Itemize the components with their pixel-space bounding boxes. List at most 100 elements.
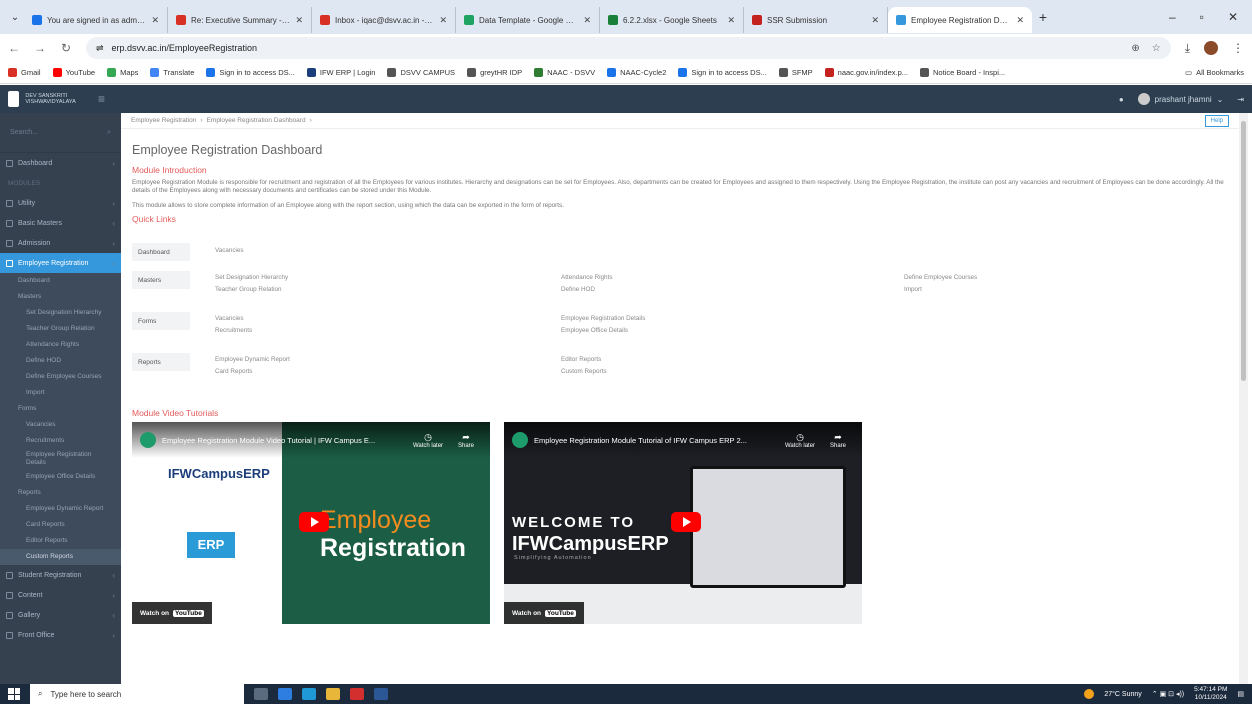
bookmark-item[interactable]: Notice Board - Inspi... (920, 68, 1005, 77)
sidebar-subitem[interactable]: Reports (0, 485, 121, 501)
site-info-icon[interactable]: ⇌ (96, 43, 104, 54)
help-button[interactable]: Help (1204, 114, 1229, 127)
quick-link-set-designation-hierarchy[interactable]: Set Designation Hierarchy (215, 274, 288, 281)
bookmark-item[interactable]: naac.gov.in/index.p... (824, 68, 908, 77)
video-player-1[interactable]: IFWCampusERP ERP Employee Registration E… (132, 422, 490, 624)
watch-on-youtube[interactable]: Watch on YouTube (132, 602, 212, 624)
watch-later-button[interactable]: ◷ Watch later (412, 432, 444, 449)
browser-tab[interactable]: Inbox - iqac@dsvv.ac.in - Dev ✕ (312, 7, 456, 33)
quick-link-define-employee-courses[interactable]: Define Employee Courses (904, 274, 977, 281)
sidebar-subitem[interactable]: Editor Reports (0, 533, 121, 549)
sidebar-item[interactable]: Front Office ‹ (0, 625, 121, 645)
quick-link-define-hod[interactable]: Define HOD (561, 286, 595, 293)
notifications-icon[interactable]: ▤ (1237, 690, 1244, 698)
sidebar-subitem[interactable]: Card Reports (0, 517, 121, 533)
browser-tab[interactable]: You are signed in as admin... ✕ (24, 7, 168, 33)
acrobat-icon[interactable] (350, 688, 364, 700)
bookmark-item[interactable]: SFMP (778, 68, 813, 77)
sidebar-item-employee-registration[interactable]: Employee Registration ‹ (0, 253, 121, 273)
quick-link-employee-registration-details[interactable]: Employee Registration Details (561, 315, 645, 322)
browser-tab[interactable]: Employee Registration Dashbo ✕ (888, 7, 1032, 33)
edge-icon[interactable] (302, 688, 316, 700)
chrome-icon[interactable] (326, 688, 340, 700)
windows-start-icon[interactable] (8, 688, 20, 700)
close-tab-icon[interactable]: ✕ (583, 15, 591, 26)
bookmark-item[interactable]: DSVV CAMPUS (387, 68, 455, 77)
sidebar-subitem[interactable]: Custom Reports (0, 549, 121, 565)
sidebar-item-admission[interactable]: Admission ‹ (0, 233, 121, 253)
sidebar-subitem[interactable]: Employee Office Details (0, 469, 121, 485)
menu-dots-icon[interactable]: ⋮ (1232, 41, 1244, 55)
watch-later-button[interactable]: ◷ Watch later (784, 432, 816, 449)
bookmark-item[interactable]: NAAC-Cycle2 (607, 68, 666, 77)
bookmark-item[interactable]: NAAC - DSVV (534, 68, 595, 77)
sidebar-subitem[interactable]: Vacancies (0, 417, 121, 433)
profile-avatar[interactable] (1204, 41, 1218, 55)
sidebar-subitem[interactable]: Employee Dynamic Report (0, 501, 121, 517)
close-tab-icon[interactable]: ✕ (439, 15, 447, 26)
video-player-2[interactable]: WELCOME TO IFWCampusERP Simplifying Auto… (504, 422, 862, 624)
tab-search-icon[interactable]: ⌄ (6, 12, 24, 23)
sidebar-subitem[interactable]: Forms (0, 401, 121, 417)
sidebar-subitem[interactable]: Define HOD (0, 353, 121, 369)
channel-avatar[interactable] (512, 432, 528, 448)
video-2-title[interactable]: Employee Registration Module Tutorial of… (534, 436, 778, 445)
bookmark-item[interactable]: IFW ERP | Login (306, 68, 375, 77)
sidebar-subitem[interactable]: Attendance Rights (0, 337, 121, 353)
quick-link-custom-reports[interactable]: Custom Reports (561, 368, 607, 375)
quick-link-editor-reports[interactable]: Editor Reports (561, 356, 601, 363)
close-tab-icon[interactable]: ✕ (727, 15, 735, 26)
sidebar-item-basic-masters[interactable]: Basic Masters ‹ (0, 213, 121, 233)
word-icon[interactable] (374, 688, 388, 700)
app-logo[interactable]: DEV SANSKRITI VISHWAVIDYALAYA (8, 90, 92, 108)
sidebar-subitem[interactable]: Dashboard (0, 273, 121, 289)
sidebar-subitem[interactable]: Define Employee Courses (0, 369, 121, 385)
user-menu[interactable]: prashant jhamni ⌄ (1137, 93, 1223, 105)
quick-link-vacancies-form[interactable]: Vacancies (215, 315, 244, 322)
zoom-icon[interactable]: ⊕ (1131, 43, 1139, 54)
quick-link-vacancies[interactable]: Vacancies (215, 247, 244, 254)
bookmark-item[interactable]: Maps (107, 68, 138, 77)
quick-link-teacher-group-relation[interactable]: Teacher Group Relation (215, 286, 282, 293)
browser-tab[interactable]: Re: Executive Summary - admin ✕ (168, 7, 312, 33)
quick-link-employee-dynamic-report[interactable]: Employee Dynamic Report (215, 356, 290, 363)
sidebar-subitem[interactable]: Employee Registration Details (0, 449, 121, 469)
share-button[interactable]: ➦ Share (450, 432, 482, 449)
sidebar-subitem[interactable]: Masters (0, 289, 121, 305)
minimize-icon[interactable]: – (1169, 10, 1176, 24)
browser-tab[interactable]: SSR Submission ✕ (744, 7, 888, 33)
bookmark-item[interactable]: Gmail (8, 68, 41, 77)
video-1-title[interactable]: Employee Registration Module Video Tutor… (162, 436, 406, 445)
all-bookmarks[interactable]: ▭ All Bookmarks (1185, 68, 1244, 77)
quick-link-card-reports[interactable]: Card Reports (215, 368, 252, 375)
bookmark-item[interactable]: Sign in to access DS... (206, 68, 295, 77)
sidebar-item-dashboard[interactable]: Dashboard ‹ (0, 153, 121, 173)
bookmark-item[interactable]: greytHR IDP (467, 68, 522, 77)
hamburger-icon[interactable]: ≡ (98, 92, 105, 106)
breadcrumb-item-1[interactable]: Employee Registration (131, 117, 196, 124)
sidebar-subitem[interactable]: Recruitments (0, 433, 121, 449)
bookmark-item[interactable]: Translate (150, 68, 194, 77)
reload-icon[interactable]: ↻ (60, 41, 72, 55)
quick-link-attendance-rights[interactable]: Attendance Rights (561, 274, 612, 281)
forward-icon[interactable]: → (34, 41, 46, 55)
close-tab-icon[interactable]: ✕ (151, 15, 159, 26)
task-view-icon[interactable] (254, 688, 268, 700)
maximize-icon[interactable]: ▫ (1200, 10, 1204, 24)
quick-link-import[interactable]: Import (904, 286, 922, 293)
close-window-icon[interactable]: ✕ (1228, 10, 1238, 24)
url-bar[interactable]: ⇌ erp.dsvv.ac.in/EmployeeRegistration ⊕ … (86, 37, 1171, 59)
taskbar-search[interactable]: ⌕ Type here to search (30, 684, 244, 704)
quick-link-recruitments[interactable]: Recruitments (215, 327, 252, 334)
sidebar-subitem[interactable]: Set Designation Hierarchy (0, 305, 121, 321)
browser-tab[interactable]: Data Template - Google Drive ✕ (456, 7, 600, 33)
logout-icon[interactable]: ⇥ (1237, 95, 1244, 104)
clock[interactable]: 5:47:14 PM 10/11/2024 (1194, 686, 1227, 702)
new-tab-button[interactable]: + (1032, 9, 1054, 25)
sidebar-item[interactable]: Student Registration ‹ (0, 565, 121, 585)
sidebar-subitem[interactable]: Import (0, 385, 121, 401)
play-button[interactable] (671, 512, 701, 532)
bookmark-item[interactable]: Sign in to access DS... (678, 68, 767, 77)
bookmark-star-icon[interactable]: ☆ (1152, 43, 1161, 54)
sidebar-subitem[interactable]: Teacher Group Relation (0, 321, 121, 337)
